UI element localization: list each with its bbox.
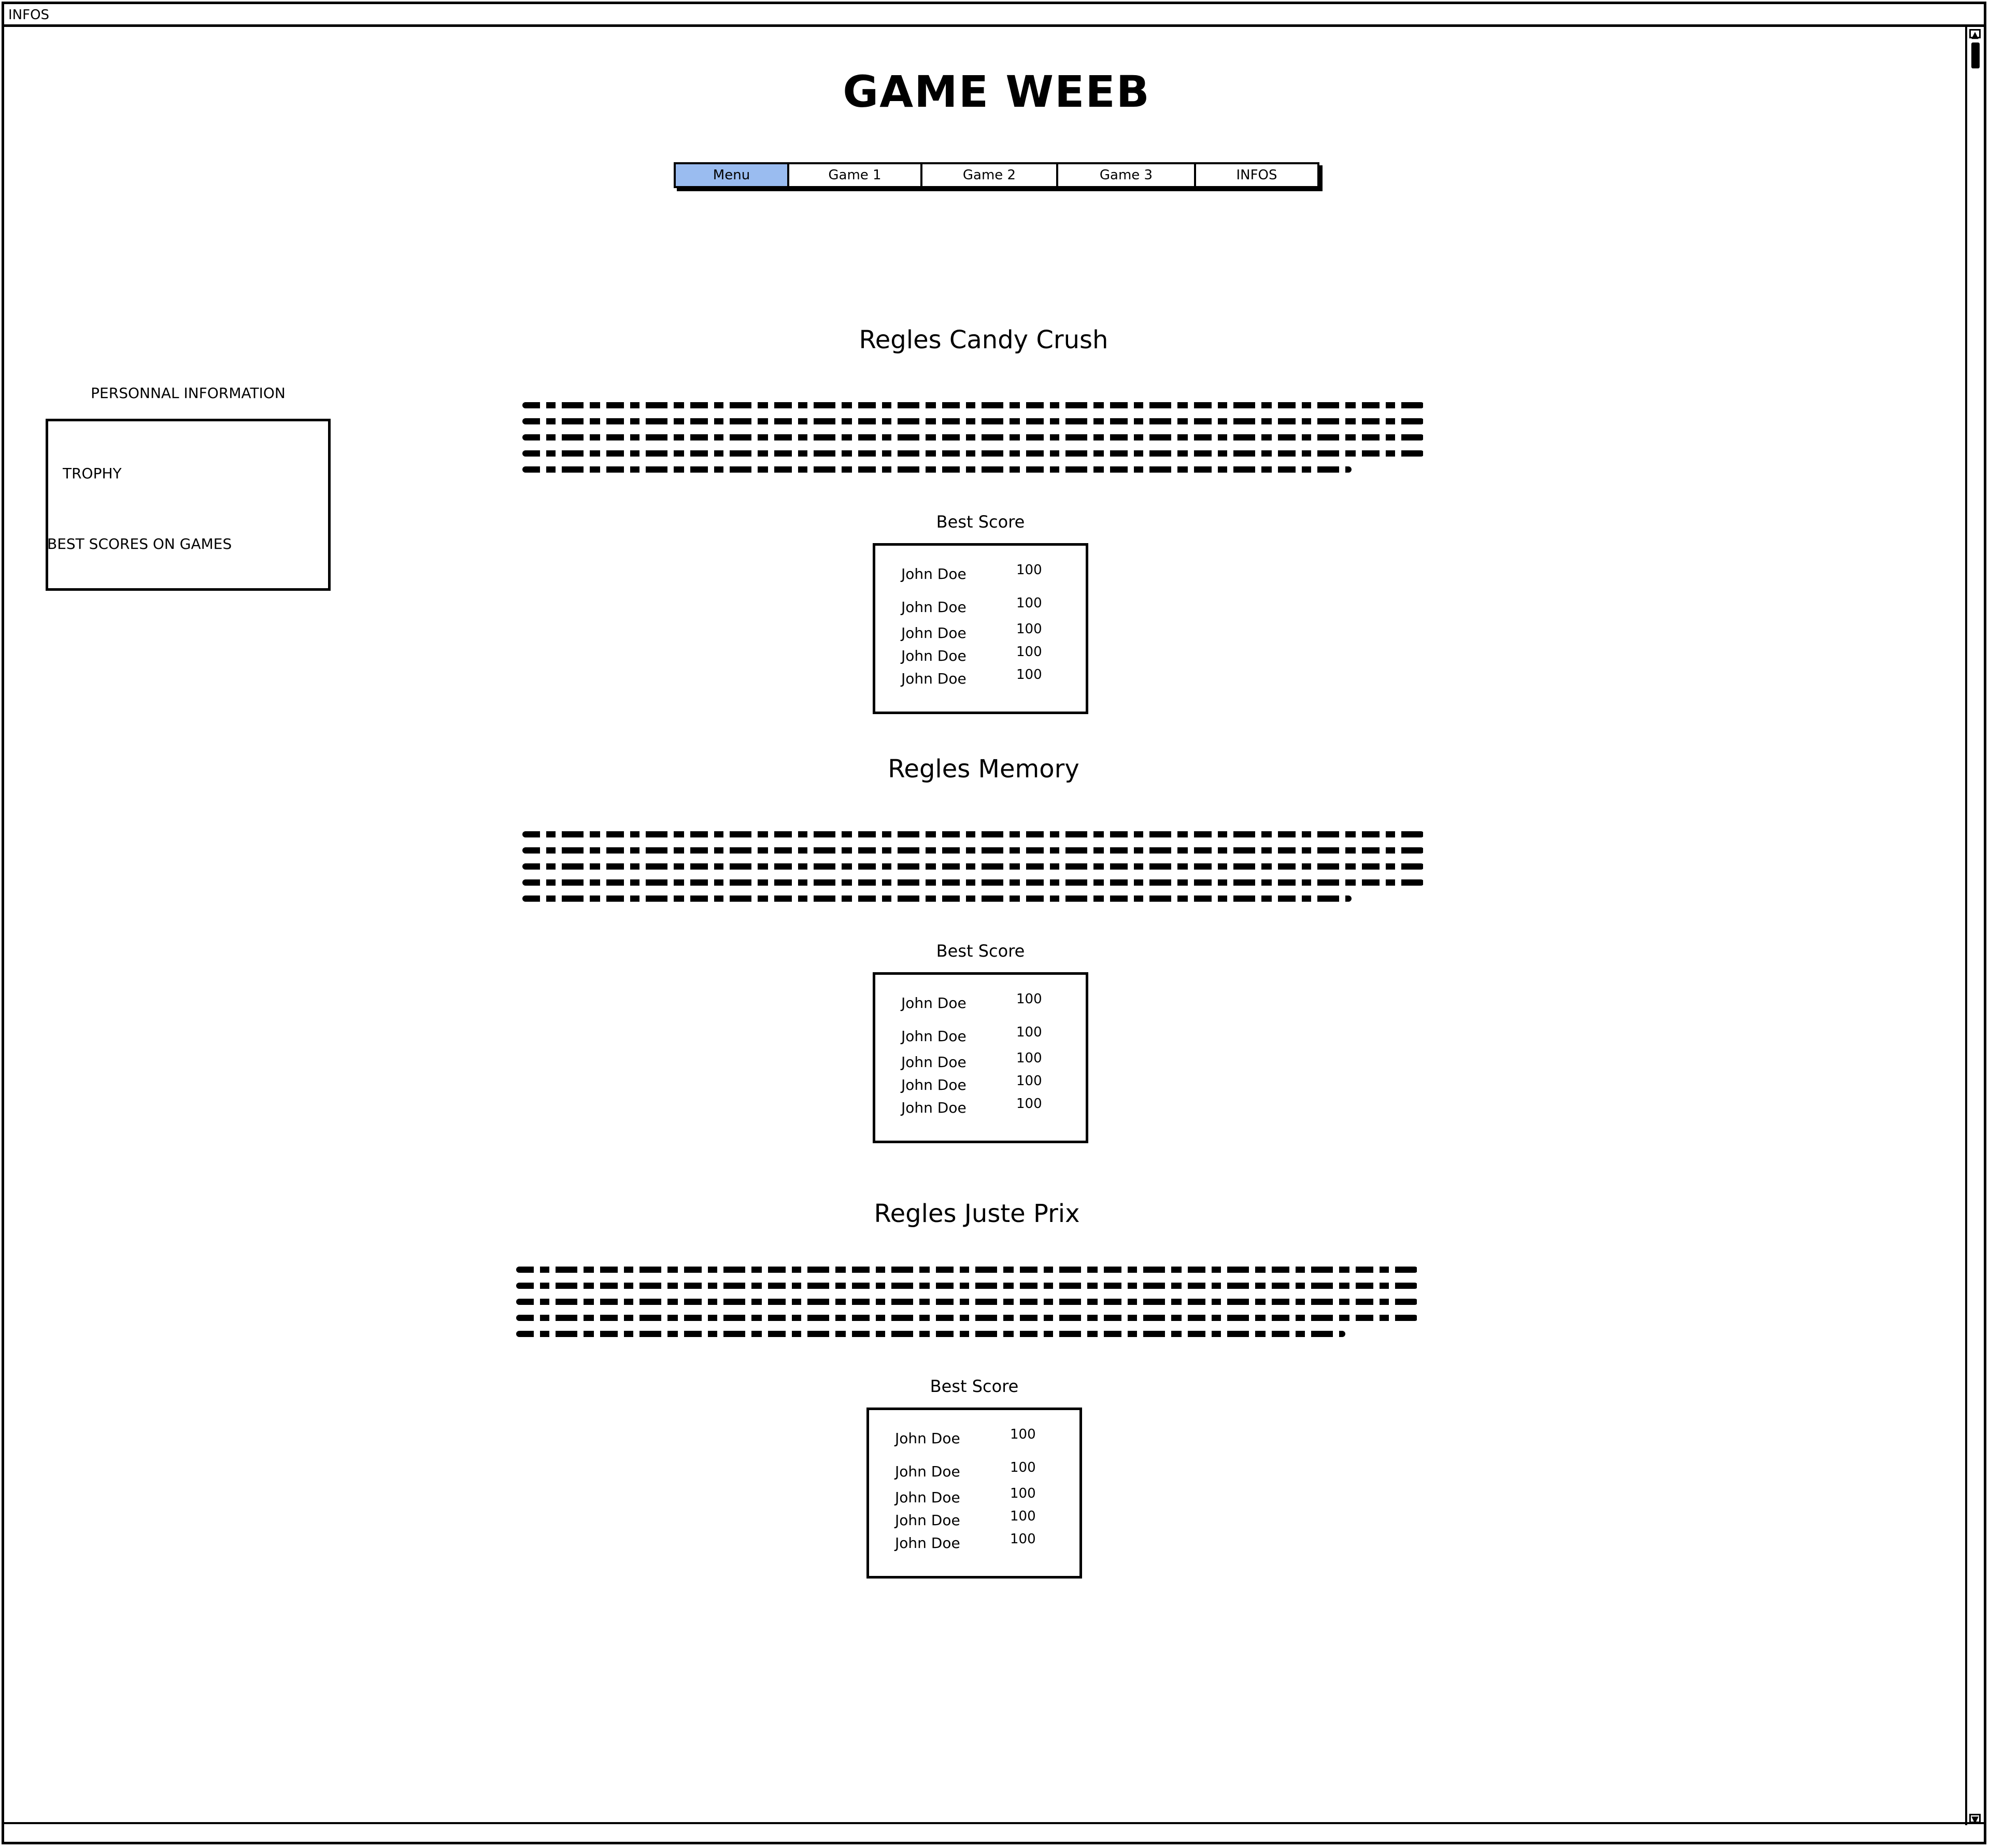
player-score: 100 [1010,1531,1036,1547]
score-row: John Doe 100 [895,1427,1061,1451]
window-titlebar: INFOS [4,4,1984,27]
player-score: 100 [1016,1050,1042,1066]
rules-text-juste-prix [516,1267,1418,1347]
window-title: INFOS [8,7,50,23]
best-score-label: Best Score [936,512,1025,532]
player-name: John Doe [901,1099,966,1116]
player-score: 100 [1016,1025,1042,1040]
player-name: John Doe [901,1028,966,1045]
player-name: John Doe [901,1076,966,1093]
score-row: John Doe 100 [901,621,1067,645]
player-score: 100 [1010,1486,1036,1501]
player-name: John Doe [901,994,966,1012]
nav-item-game-2[interactable]: Game 2 [922,164,1058,186]
player-name: John Doe [895,1512,960,1529]
section-title-juste-prix: Regles Juste Prix [874,1199,1080,1228]
best-score-table: John Doe 100 John Doe 100 John Doe 100 John… [873,972,1088,1143]
rules-text-memory [522,831,1424,912]
score-row: John Doe 100 [895,1486,1061,1510]
player-score: 100 [1016,1073,1042,1089]
player-name: John Doe [901,647,966,664]
player-name: John Doe [901,1054,966,1071]
scroll-thumb[interactable] [1971,42,1980,68]
player-score: 100 [1016,667,1042,683]
horizontal-scrollbar[interactable] [4,1822,1984,1842]
score-row: John Doe 100 [901,1073,1067,1097]
score-row: John Doe 100 [895,1460,1061,1484]
player-score: 100 [1010,1460,1036,1475]
player-name: John Doe [895,1489,960,1506]
best-score-table: John Doe 100 John Doe 100 John Doe 100 John… [866,1408,1082,1579]
nav-item-menu[interactable]: Menu [676,164,789,186]
score-row: John Doe 100 [901,595,1067,619]
player-name: John Doe [895,1463,960,1480]
nav-bar: Menu Game 1 Game 2 Game 3 INFOS [674,162,1319,188]
player-score: 100 [1016,1096,1042,1112]
score-row: John Doe 100 [901,1025,1067,1048]
nav-item-game-1[interactable]: Game 1 [789,164,922,186]
personal-information-heading: PERSONNAL INFORMATION [91,385,286,402]
nav-item-game-3[interactable]: Game 3 [1058,164,1196,186]
page-title: GAME WEEB [843,66,1150,117]
score-row: John Doe 100 [895,1509,1061,1532]
trophy-label[interactable]: TROPHY [63,465,122,482]
player-name: John Doe [895,1430,960,1447]
player-name: John Doe [901,565,966,582]
score-row: John Doe 100 [901,1096,1067,1120]
player-name: John Doe [895,1534,960,1552]
best-score-label: Best Score [930,1376,1019,1396]
score-row: John Doe 100 [901,562,1067,586]
player-score: 100 [1016,595,1042,611]
section-title-memory: Regles Memory [888,755,1079,784]
vertical-scrollbar[interactable]: ▲ ▼ [1965,27,1984,1825]
player-score: 100 [1016,621,1042,637]
section-title-candy-crush: Regles Candy Crush [859,325,1108,354]
player-score: 100 [1016,562,1042,578]
rules-text-candy-crush [522,402,1424,482]
score-row: John Doe 100 [901,667,1067,691]
nav-item-infos[interactable]: INFOS [1196,164,1317,186]
score-row: John Doe 100 [895,1531,1061,1555]
player-score: 100 [1016,991,1042,1007]
player-score: 100 [1016,644,1042,660]
browser-window: INFOS ▲ ▼ GAME WEEB Menu Game 1 Game 2 G… [2,2,1986,1844]
player-name: John Doe [901,599,966,616]
best-score-label: Best Score [936,941,1025,961]
player-score: 100 [1010,1509,1036,1524]
best-scores-label[interactable]: BEST SCORES ON GAMES [47,535,232,552]
scroll-up-arrow-icon[interactable]: ▲ [1969,29,1981,40]
personal-information-box: TROPHY BEST SCORES ON GAMES [46,419,331,591]
best-score-table: John Doe 100 John Doe 100 John Doe 100 John… [873,543,1088,714]
score-row: John Doe 100 [901,1050,1067,1074]
player-score: 100 [1010,1427,1036,1442]
score-row: John Doe 100 [901,991,1067,1015]
score-row: John Doe 100 [901,644,1067,668]
player-name: John Doe [901,624,966,642]
player-name: John Doe [901,670,966,687]
